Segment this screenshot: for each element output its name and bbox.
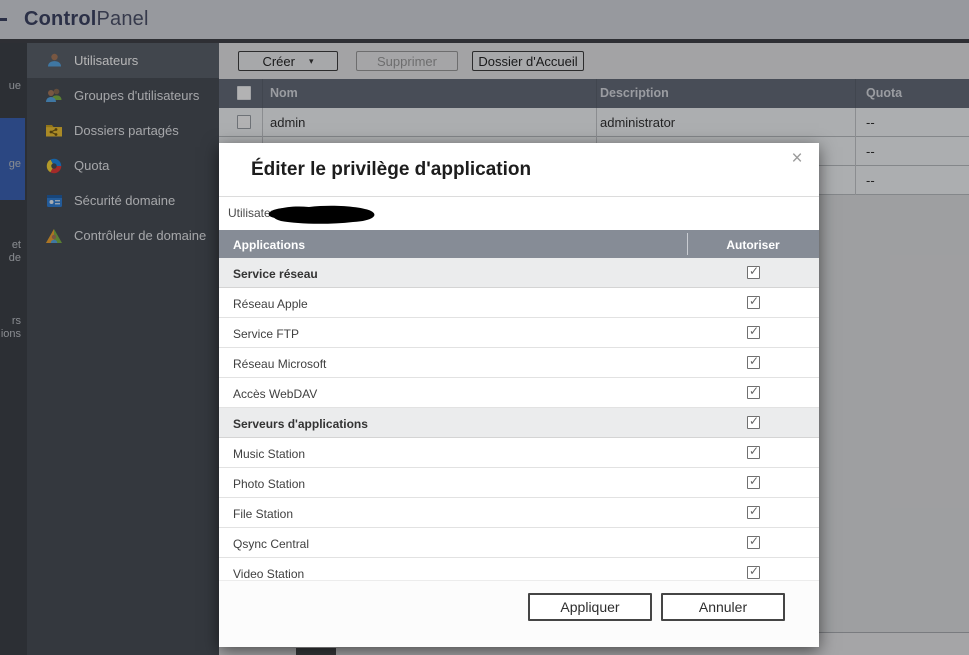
app-row: Qsync Central <box>219 528 819 558</box>
app-row: Réseau Apple <box>219 288 819 318</box>
dialog-title: Éditer le privilège d'application <box>251 159 532 180</box>
apply-button-label: Appliquer <box>560 599 620 615</box>
edit-app-privilege-dialog: Éditer le privilège d'application × Util… <box>219 143 819 647</box>
allow-checkbox[interactable] <box>747 474 760 489</box>
app-label: Photo Station <box>233 477 306 491</box>
column-header-autoriser: Autoriser <box>726 238 780 252</box>
allow-checkbox[interactable] <box>747 324 760 339</box>
app-row: Accès WebDAV <box>219 378 819 408</box>
app-row: File Station <box>219 498 819 528</box>
app-group-row: Serveurs d'applications <box>219 408 819 438</box>
allow-checkbox[interactable] <box>747 354 760 369</box>
app-row: Service FTP <box>219 318 819 348</box>
allow-checkbox[interactable] <box>747 534 760 549</box>
app-row: Video Station <box>219 558 819 580</box>
app-label: Service FTP <box>233 327 300 341</box>
column-header-applications: Applications <box>233 238 306 252</box>
allow-checkbox[interactable] <box>747 444 760 459</box>
allow-checkbox[interactable] <box>747 414 760 429</box>
cancel-button[interactable]: Annuler <box>661 593 785 621</box>
app-label: File Station <box>233 507 294 521</box>
close-icon[interactable]: × <box>785 147 809 171</box>
app-label: Accès WebDAV <box>233 387 318 401</box>
redaction-scribble <box>268 205 375 224</box>
dialog-titlebar: Éditer le privilège d'application × <box>219 143 819 197</box>
application-list: Service réseau Réseau Apple Service FTP Rés… <box>219 258 819 580</box>
app-row: Photo Station <box>219 468 819 498</box>
user-row: Utilisateur: z <box>219 197 819 230</box>
app-label: Réseau Apple <box>233 297 308 311</box>
app-label: Video Station <box>233 567 305 580</box>
app-label: Qsync Central <box>233 537 310 551</box>
apply-button[interactable]: Appliquer <box>528 593 652 621</box>
allow-checkbox[interactable] <box>747 264 760 279</box>
app-label: Serveurs d'applications <box>233 417 368 431</box>
dialog-table-header: Applications Autoriser <box>219 230 819 258</box>
app-label: Réseau Microsoft <box>233 357 327 371</box>
app-row: Music Station <box>219 438 819 468</box>
allow-checkbox[interactable] <box>747 384 760 399</box>
dialog-footer: Appliquer Annuler <box>219 580 819 647</box>
app-label: Music Station <box>233 447 306 461</box>
allow-checkbox[interactable] <box>747 294 760 309</box>
app-group-row: Service réseau <box>219 258 819 288</box>
app-row: Réseau Microsoft <box>219 348 819 378</box>
allow-checkbox[interactable] <box>747 564 760 579</box>
app-label: Service réseau <box>233 267 318 281</box>
allow-checkbox[interactable] <box>747 504 760 519</box>
cancel-button-label: Annuler <box>698 599 748 615</box>
